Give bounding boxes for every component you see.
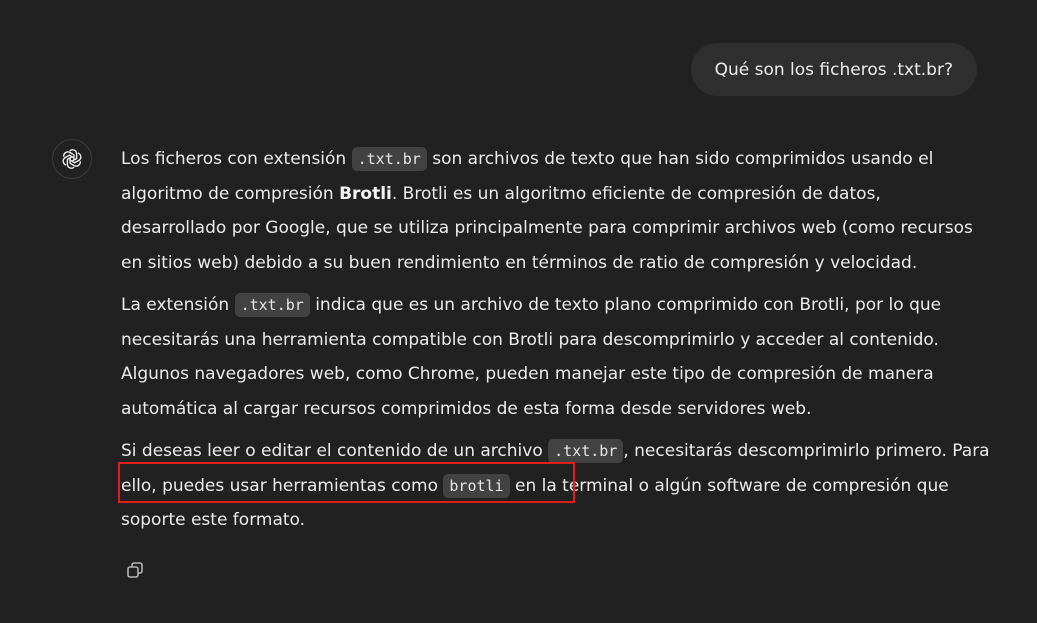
openai-logo-icon bbox=[62, 149, 82, 169]
inline-code: .txt.br bbox=[548, 439, 624, 463]
answer-paragraph-3: Si deseas leer o editar el contenido de … bbox=[121, 434, 991, 538]
inline-code: .txt.br bbox=[351, 147, 427, 171]
text-span: Si deseas leer o editar el contenido de … bbox=[121, 441, 549, 461]
copy-button[interactable] bbox=[121, 556, 149, 584]
bold-text: Brotli bbox=[339, 183, 392, 204]
assistant-avatar bbox=[52, 139, 92, 179]
answer-paragraph-1: Los ficheros con extensión .txt.br son a… bbox=[121, 142, 991, 280]
copy-icon bbox=[127, 562, 143, 578]
assistant-message: Los ficheros con extensión .txt.br son a… bbox=[121, 142, 991, 546]
text-span: La extensión bbox=[121, 295, 235, 315]
inline-code: brotli bbox=[443, 473, 510, 498]
text-span: Los ficheros con extensión bbox=[121, 149, 352, 169]
inline-code: .txt.br bbox=[234, 293, 310, 317]
user-message-text: Qué son los ficheros .txt.br? bbox=[714, 59, 953, 80]
answer-paragraph-2: La extensión .txt.br indica que es un ar… bbox=[121, 288, 991, 426]
user-message-bubble: Qué son los ficheros .txt.br? bbox=[690, 43, 977, 96]
